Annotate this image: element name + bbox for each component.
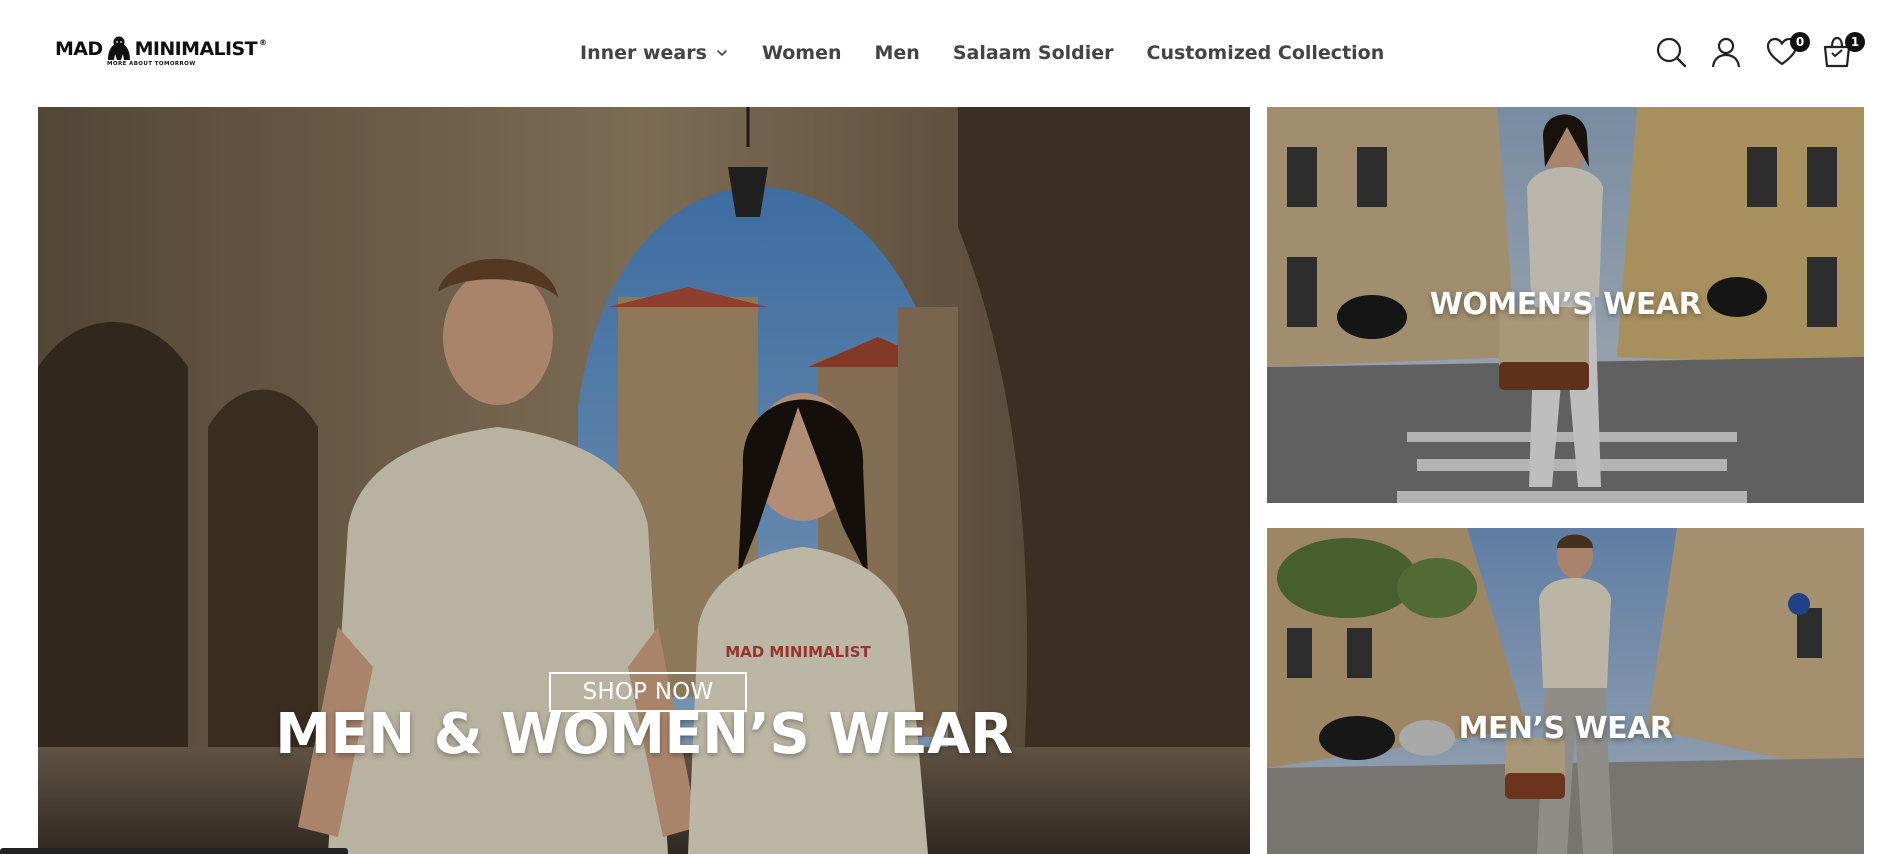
bottom-popup-edge [0, 848, 348, 854]
nav-item-label: Men [874, 42, 920, 64]
nav-item-inner-wears[interactable]: Inner wears [580, 42, 729, 64]
womens-wear-title: WOMEN’S WEAR [1429, 287, 1702, 322]
site-header: MAD MINIMALIST ® MORE ABOUT TOMORROW Inn… [0, 0, 1900, 106]
mens-overlay [1267, 528, 1864, 854]
nav-item-label: Salaam Soldier [952, 42, 1114, 64]
brand-logo[interactable]: MAD MINIMALIST ® MORE ABOUT TOMORROW [55, 34, 267, 74]
nav-item-men[interactable]: Men [874, 42, 919, 64]
logo-text-left: MAD [55, 38, 103, 60]
nav-item-label: Inner wears [580, 42, 707, 64]
wishlist-count-badge: 0 [1790, 32, 1810, 52]
nav-item-women[interactable]: Women [762, 42, 842, 64]
nav-item-customized-collection[interactable]: Customized Collection [1147, 42, 1385, 64]
logo-wordmark: MAD MINIMALIST ® [55, 34, 267, 64]
mens-wear-banner[interactable]: MEN’S WEAR [1267, 528, 1864, 854]
shop-now-button[interactable]: SHOP NOW [549, 672, 747, 712]
user-icon [1711, 37, 1741, 68]
nav-item-label: Women [761, 42, 842, 64]
search-icon [1656, 37, 1687, 68]
nav-item-salaam-soldier[interactable]: Salaam Soldier [953, 42, 1114, 64]
mens-wear-title: MEN’S WEAR [1458, 711, 1673, 746]
search-button[interactable] [1655, 36, 1687, 68]
nav-item-label: Customized Collection [1146, 42, 1385, 64]
wishlist-button[interactable]: 0 [1766, 32, 1810, 68]
gorilla-icon [107, 36, 130, 60]
cart-button[interactable]: 1 [1821, 32, 1865, 68]
cart-count-badge: 1 [1845, 32, 1865, 52]
main-nav: Inner wears Women Men Salaam Soldier Cus… [580, 0, 1384, 106]
registered-mark: ® [258, 38, 267, 47]
womens-wear-banner[interactable]: WOMEN’S WEAR [1267, 107, 1864, 503]
chevron-down-icon [717, 50, 727, 57]
logo-tagline: MORE ABOUT TOMORROW [107, 61, 196, 67]
hero-banner-main[interactable]: MAD MINIMALIST MEN & WOMEN’S WEAR SHOP N… [38, 107, 1250, 854]
logo-text-right: MINIMALIST [134, 38, 258, 60]
account-button[interactable] [1710, 36, 1742, 68]
